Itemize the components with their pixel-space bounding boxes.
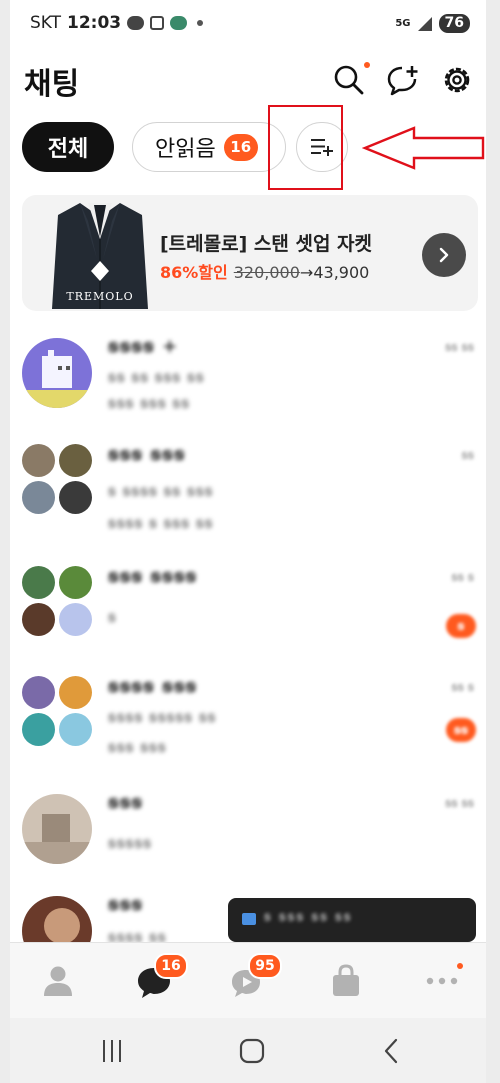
tab-openchat[interactable]: 95 — [228, 953, 282, 1001]
chat-time: ꞩꞩ ꞩ — [451, 680, 474, 694]
carrier-label: SKT — [30, 13, 62, 33]
chevron-right-icon — [439, 247, 449, 263]
ad-original-price: 320,000 — [233, 263, 300, 282]
group-avatar — [22, 444, 92, 514]
toast-notification[interactable]: ꞩ ꞩꞩꞩ ꞩꞩ ꞩꞩ — [228, 898, 476, 942]
chat-preview: ꞩ ꞩꞩꞩꞩ ꞩꞩ ꞩꞩꞩ — [108, 482, 214, 500]
chat-preview: ꞩꞩꞩꞩ ꞩꞩꞩꞩꞩ ꞩꞩ — [108, 708, 217, 726]
toast-text: ꞩ ꞩꞩꞩ ꞩꞩ ꞩꞩ — [264, 910, 353, 925]
annotation-arrow-icon — [362, 126, 485, 170]
chat-preview: ꞩꞩꞩ ꞩꞩꞩ — [108, 738, 167, 756]
back-icon[interactable] — [372, 1036, 412, 1066]
chat-avatar — [22, 338, 92, 408]
network-type: 5G — [395, 18, 411, 29]
chat-name: ꞩꞩꞩꞩ ꞩꞩꞩ — [108, 676, 198, 697]
toast-image-icon — [242, 913, 256, 925]
ad-price-line: 86%할인 320,000→43,900 — [160, 259, 369, 283]
battery-indicator: 76 — [438, 14, 470, 33]
chat-avatar — [22, 794, 92, 864]
openchat-tab-badge: 95 — [248, 953, 282, 979]
filter-all-label: 전체 — [47, 137, 89, 162]
new-chat-icon[interactable] — [386, 63, 420, 97]
clock: 12:03 — [67, 13, 122, 33]
settings-gear-icon[interactable] — [440, 63, 474, 97]
unread-badge: ꞩꞩ — [446, 718, 476, 742]
more-dots-icon — [426, 977, 458, 985]
status-bar: SKT 12:03 5G 76 — [10, 0, 486, 44]
unread-count-badge: 16 — [223, 133, 258, 161]
group-avatar — [22, 676, 92, 746]
chat-row[interactable]: ꞩꞩꞩꞩ ꞩꞩꞩ ꞩꞩꞩꞩ ꞩꞩꞩꞩꞩ ꞩꞩ ꞩꞩꞩ ꞩꞩꞩ ꞩꞩ ꞩ ꞩꞩ — [10, 660, 486, 768]
chat-name: ꞩꞩꞩ — [108, 894, 144, 915]
chat-row[interactable]: ꞩꞩꞩꞩ + ꞩꞩ ꞩꞩ ꞩꞩꞩ ꞩꞩ ꞩꞩꞩ ꞩꞩꞩ ꞩꞩ ꞩꞩ ꞩꞩ — [10, 320, 486, 428]
home-icon[interactable] — [232, 1036, 272, 1066]
chat-row[interactable]: ꞩꞩꞩ ꞩꞩꞩꞩ ꞩ ꞩꞩ ꞩ ꞩ — [10, 550, 486, 658]
bottom-tab-bar: 16 95 — [10, 942, 486, 1019]
jacket-product-image: TREMOLO — [52, 203, 148, 309]
chat-preview: ꞩ — [108, 608, 117, 626]
unread-badge: ꞩ — [446, 614, 476, 638]
tab-chats[interactable]: 16 — [134, 953, 188, 1001]
ad-brand-wordmark: TREMOLO — [66, 290, 133, 303]
filter-unread-label: 안읽음 — [155, 137, 216, 162]
page-title: 채팅 — [24, 67, 80, 102]
group-avatar — [22, 566, 92, 636]
chat-preview: ꞩꞩꞩꞩ ꞩ ꞩꞩꞩ ꞩꞩ — [108, 514, 214, 532]
chat-preview: ꞩꞩꞩꞩꞩ — [108, 834, 153, 852]
ad-discount: 86%할인 — [160, 263, 228, 282]
search-new-dot — [364, 62, 370, 68]
chat-time: ꞩꞩ ꞩꞩ — [445, 340, 474, 354]
chat-header: 채팅 — [10, 55, 486, 107]
chat-name: ꞩꞩꞩꞩ + — [108, 336, 179, 357]
chat-preview: ꞩꞩ ꞩꞩ ꞩꞩꞩ ꞩꞩ — [108, 368, 205, 386]
chat-row[interactable]: ꞩꞩꞩ ꞩꞩꞩꞩꞩ ꞩꞩ ꞩꞩ — [10, 776, 486, 884]
filter-unread-chip[interactable]: 안읽음 16 — [132, 122, 286, 172]
chat-time: ꞩꞩ — [461, 448, 474, 462]
chat-name: ꞩꞩꞩ ꞩꞩꞩꞩ — [108, 566, 198, 587]
system-nav-bar — [10, 1018, 486, 1083]
app-notification-icon — [170, 16, 188, 30]
ad-open-button[interactable] — [422, 233, 466, 277]
search-icon[interactable] — [332, 63, 366, 97]
screenshot-notification-icon — [150, 16, 165, 30]
more-new-dot — [457, 963, 463, 969]
phone-screen: SKT 12:03 5G 76 채팅 전체 안읽음 16 TREMOLO [트레… — [10, 0, 486, 1083]
chats-tab-badge: 16 — [154, 953, 188, 979]
chat-name: ꞩꞩꞩ ꞩꞩꞩ — [108, 444, 186, 465]
tab-more[interactable] — [422, 961, 463, 1001]
annotation-highlight-box — [268, 105, 343, 190]
filter-all-chip[interactable]: 전체 — [22, 122, 114, 172]
chat-name: ꞩꞩꞩ — [108, 792, 144, 813]
ad-sale-price: →43,900 — [299, 263, 370, 282]
recent-apps-icon[interactable] — [92, 1036, 132, 1066]
chat-row[interactable]: ꞩꞩꞩ ꞩꞩꞩ ꞩ ꞩꞩꞩꞩ ꞩꞩ ꞩꞩꞩ ꞩꞩꞩꞩ ꞩ ꞩꞩꞩ ꞩꞩ ꞩꞩ — [10, 428, 486, 536]
talk-notification-icon — [127, 16, 145, 30]
ad-title: [트레몰로] 스탠 셋업 자켓 — [160, 233, 373, 255]
signal-icon — [417, 16, 432, 31]
chat-preview: ꞩꞩꞩ ꞩꞩꞩ ꞩꞩ — [108, 394, 191, 412]
ad-banner[interactable]: TREMOLO [트레몰로] 스탠 셋업 자켓 86%할인 320,000→43,… — [22, 195, 478, 311]
tab-shopping-bag-icon[interactable] — [326, 961, 366, 1001]
tab-friends-person-icon[interactable] — [38, 961, 78, 1001]
more-notifications-icon — [197, 20, 204, 26]
chat-time: ꞩꞩ ꞩ — [451, 570, 474, 584]
chat-time: ꞩꞩ ꞩꞩ — [445, 796, 474, 810]
